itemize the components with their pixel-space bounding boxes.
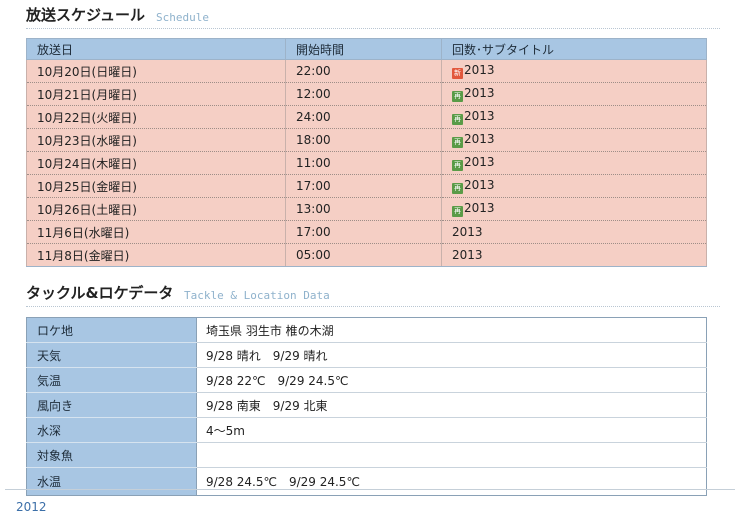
start-time: 24:00 (285, 105, 442, 129)
schedule-row: 10月21日(月曜日) 12:00 再 2013 (26, 82, 707, 106)
episode-subtitle: 2013 (464, 178, 495, 192)
tackle-label: 対象魚 (26, 442, 197, 468)
episode-cell: 再 2013 (441, 82, 707, 106)
schedule-table: 放送日 開始時間 回数･サブタイトル 10月20日(日曜日) 22:00 新 2013… (26, 38, 707, 267)
episode-cell: 再 2013 (441, 174, 707, 198)
episode-cell: 再 2013 (441, 128, 707, 152)
tackle-value: 9/28 晴れ 9/29 晴れ (196, 342, 707, 368)
broadcast-date: 10月25日(金曜日) (26, 174, 286, 198)
schedule-row: 10月25日(金曜日) 17:00 再 2013 (26, 174, 707, 198)
tackle-row: 天気 9/28 晴れ 9/29 晴れ (26, 342, 707, 368)
start-time: 05:00 (285, 243, 442, 267)
broadcast-date: 10月20日(日曜日) (26, 59, 286, 83)
episode-subtitle: 2013 (464, 109, 495, 123)
tackle-value: 9/28 南東 9/29 北東 (196, 392, 707, 418)
schedule-row: 10月26日(土曜日) 13:00 再 2013 (26, 197, 707, 221)
schedule-title: 放送スケジュール (26, 6, 145, 24)
tackle-label: 水深 (26, 417, 197, 443)
tackle-value: 9/28 24.5℃ 9/29 24.5℃ (196, 467, 707, 496)
episode-subtitle: 2013 (464, 63, 495, 77)
start-time: 12:00 (285, 82, 442, 106)
column-header-date: 放送日 (26, 38, 286, 60)
column-header-episode: 回数･サブタイトル (441, 38, 707, 60)
tackle-label: 風向き (26, 392, 197, 418)
schedule-row: 11月6日(水曜日) 17:00 2013 (26, 220, 707, 244)
broadcast-date: 10月26日(土曜日) (26, 197, 286, 221)
start-time: 18:00 (285, 128, 442, 152)
footer-year-link[interactable]: 2012 (16, 500, 47, 514)
schedule-row: 10月22日(火曜日) 24:00 再 2013 (26, 105, 707, 129)
column-header-start-time: 開始時間 (285, 38, 442, 60)
start-time: 11:00 (285, 151, 442, 175)
tackle-row: 対象魚 (26, 442, 707, 468)
tackle-row: 気温 9/28 22℃ 9/29 24.5℃ (26, 367, 707, 393)
footer-divider (5, 489, 735, 490)
tackle-label: 水温 (26, 467, 197, 496)
tackle-value: 4〜5m (196, 417, 707, 443)
rebroadcast-badge: 再 (452, 137, 463, 148)
tackle-section-header: タックル&ロケデータ Tackle & Location Data (26, 282, 720, 307)
start-time: 22:00 (285, 59, 442, 83)
episode-cell: 再 2013 (441, 197, 707, 221)
tackle-label: 天気 (26, 342, 197, 368)
tackle-value: 埼玉県 羽生市 椎の木湖 (196, 317, 707, 343)
start-time: 13:00 (285, 197, 442, 221)
start-time: 17:00 (285, 220, 442, 244)
episode-subtitle: 2013 (464, 201, 495, 215)
tackle-row: ロケ地 埼玉県 羽生市 椎の木湖 (26, 317, 707, 343)
tackle-value (196, 442, 707, 468)
schedule-row: 10月24日(木曜日) 11:00 再 2013 (26, 151, 707, 175)
schedule-section-header: 放送スケジュール Schedule (26, 4, 720, 29)
episode-cell: 2013 (441, 220, 707, 244)
tackle-title: タックル&ロケデータ (26, 284, 174, 302)
schedule-row: 11月8日(金曜日) 05:00 2013 (26, 243, 707, 267)
tackle-label: 気温 (26, 367, 197, 393)
broadcast-date: 11月8日(金曜日) (26, 243, 286, 267)
broadcast-date: 11月6日(水曜日) (26, 220, 286, 244)
episode-cell: 再 2013 (441, 151, 707, 175)
episode-cell: 再 2013 (441, 105, 707, 129)
start-time: 17:00 (285, 174, 442, 198)
tackle-row: 水深 4〜5m (26, 417, 707, 443)
broadcast-date: 10月21日(月曜日) (26, 82, 286, 106)
tackle-label: ロケ地 (26, 317, 197, 343)
tackle-title-en: Tackle & Location Data (184, 289, 330, 302)
schedule-row: 10月23日(水曜日) 18:00 再 2013 (26, 128, 707, 152)
schedule-header-row: 放送日 開始時間 回数･サブタイトル (26, 38, 707, 60)
new-broadcast-badge: 新 (452, 68, 463, 79)
episode-subtitle: 2013 (452, 248, 483, 262)
broadcast-date: 10月22日(火曜日) (26, 105, 286, 129)
broadcast-date: 10月23日(水曜日) (26, 128, 286, 152)
schedule-row: 10月20日(日曜日) 22:00 新 2013 (26, 59, 707, 83)
tackle-value: 9/28 22℃ 9/29 24.5℃ (196, 367, 707, 393)
rebroadcast-badge: 再 (452, 91, 463, 102)
episode-subtitle: 2013 (464, 132, 495, 146)
broadcast-date: 10月24日(木曜日) (26, 151, 286, 175)
episode-cell: 新 2013 (441, 59, 707, 83)
rebroadcast-badge: 再 (452, 206, 463, 217)
schedule-title-en: Schedule (156, 11, 209, 24)
rebroadcast-badge: 再 (452, 160, 463, 171)
tackle-row: 風向き 9/28 南東 9/29 北東 (26, 392, 707, 418)
episode-subtitle: 2013 (464, 155, 495, 169)
episode-cell: 2013 (441, 243, 707, 267)
tackle-row: 水温 9/28 24.5℃ 9/29 24.5℃ (26, 467, 707, 496)
episode-subtitle: 2013 (464, 86, 495, 100)
rebroadcast-badge: 再 (452, 114, 463, 125)
tackle-location-table: ロケ地 埼玉県 羽生市 椎の木湖 天気 9/28 晴れ 9/29 晴れ 気温 9/28 2… (26, 317, 707, 496)
rebroadcast-badge: 再 (452, 183, 463, 194)
episode-subtitle: 2013 (452, 225, 483, 239)
